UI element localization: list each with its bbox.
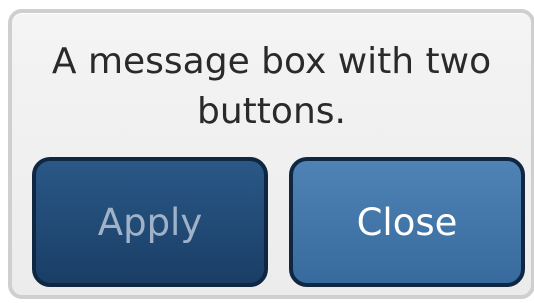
message-box: A message box with two buttons. Apply Cl… (8, 9, 534, 299)
apply-button[interactable]: Apply (32, 157, 268, 287)
close-button[interactable]: Close (289, 157, 525, 287)
apply-button-label: Apply (97, 200, 203, 244)
message-text: A message box with two buttons. (51, 41, 492, 132)
close-button-label: Close (356, 200, 458, 244)
